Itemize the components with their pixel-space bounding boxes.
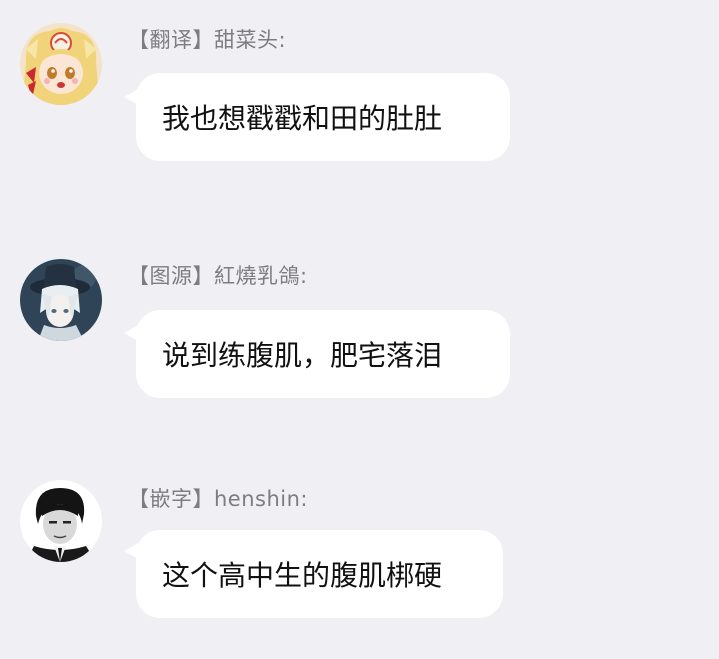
message-bubble[interactable]: 这个高中生的腹肌梆硬 [136, 530, 503, 618]
sender-name: 【图源】紅燒乳鴿: [128, 264, 308, 288]
white-hair-hat-boy-avatar-icon[interactable] [20, 259, 102, 341]
message-bubble[interactable]: 我也想戳戳和田的肚肚 [136, 73, 510, 161]
anime-girl-avatar-icon[interactable] [20, 23, 102, 105]
message-bubble[interactable]: 说到练腹肌，肥宅落泪 [136, 310, 510, 398]
sender-name: 【翻译】甜菜头: [128, 28, 287, 52]
sender-name: 【嵌字】henshin: [128, 487, 309, 511]
chat-thread: 【翻译】甜菜头: 我也想戳戳和田的肚肚 【图源】紅燒乳鴿: 说到练腹肌，肥宅落泪 [0, 0, 719, 659]
dark-suit-man-avatar-icon[interactable] [20, 480, 102, 562]
